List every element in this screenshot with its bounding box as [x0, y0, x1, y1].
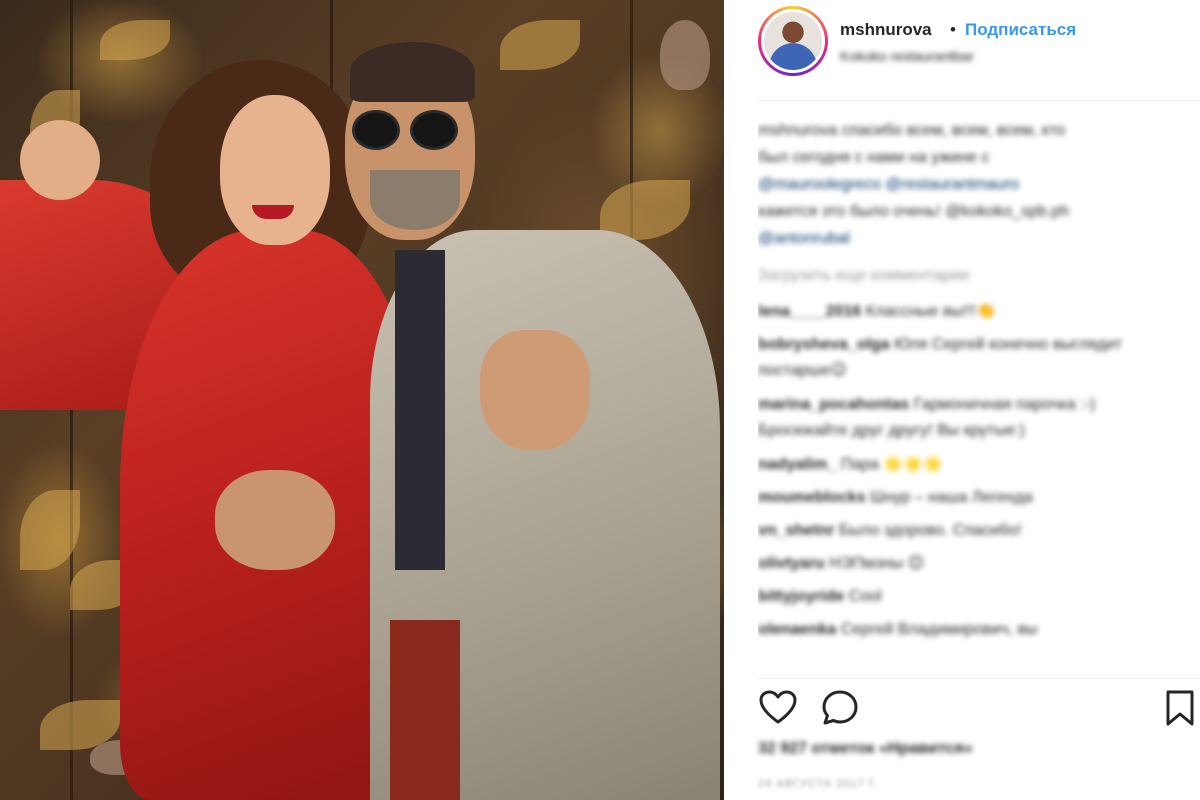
comment-text: Классные вы!!!👏 — [865, 303, 997, 320]
actions-divider — [758, 678, 1200, 679]
load-more-comments[interactable]: Загрузить еще комментарии — [758, 263, 1178, 289]
avatar[interactable] — [761, 9, 825, 73]
comment-item: marina_pocahontas Гармоничная парочка :-… — [758, 392, 1178, 452]
comment-item: vn_shetnr Было здорово. Спасибо! — [758, 518, 1178, 551]
wallpaper-leaf — [500, 20, 580, 70]
caption-line: кажется это было очень! @kokoko_spb.ph — [758, 203, 1070, 220]
comment-text: НЭПмэны 😊 — [829, 555, 925, 572]
likes-count[interactable]: 32 927 отметок «Нравится» — [758, 740, 973, 758]
post-date[interactable]: 24 АВГУСТА 2017 Г. — [758, 778, 878, 790]
comment-item: olenaenka Сергей Владимирович, вы — [758, 617, 1178, 650]
comment-text: Было здорово. Спасибо! — [838, 522, 1022, 539]
heart-icon[interactable] — [758, 688, 798, 728]
sunglasses-lens — [410, 110, 458, 150]
post-photo[interactable] — [0, 0, 724, 800]
comment-user[interactable]: bittyjoyride — [758, 588, 844, 605]
comment-user[interactable]: vn_shetnr — [758, 522, 834, 539]
post-sidebar: mshnurova • Подписаться Kokoko restauran… — [724, 0, 1200, 800]
comment-user[interactable]: marina_pocahontas — [758, 396, 909, 413]
comment-user[interactable]: moumeblocks — [758, 489, 866, 506]
comment-item: moumeblocks Шнур – наша Легенда — [758, 485, 1178, 518]
caption-mention[interactable]: @antonrubal — [758, 226, 1178, 253]
caption: mshnurova спасибо всем, всем, всем, кто … — [758, 118, 1178, 253]
caption-line: был сегодня с нами на ужине с — [758, 149, 990, 166]
comment-item: bittyjoyride Cool — [758, 584, 1178, 617]
wallpaper-bird — [660, 20, 710, 90]
comment-user[interactable]: olenaenka — [758, 621, 836, 638]
speech-bubble-icon[interactable] — [820, 688, 860, 728]
man-shirt — [395, 250, 445, 570]
man-hair — [350, 42, 475, 102]
comment-text: Сергей Владимирович, вы — [840, 621, 1038, 638]
location-link[interactable]: Kokoko restaurantbar — [840, 48, 974, 64]
comment-user[interactable]: bobrysheva_olga — [758, 336, 890, 353]
comment-item: lena____2016 Классные вы!!!👏 — [758, 299, 1178, 332]
username-link[interactable]: mshnurova — [840, 20, 932, 40]
comment-text: Шнур – наша Легенда — [870, 489, 1033, 506]
follow-button[interactable]: Подписаться — [965, 20, 1076, 40]
man-pants — [390, 620, 460, 800]
comment-item: bobrysheva_olga Юля Сергей конечно выгля… — [758, 332, 1178, 392]
comment-user[interactable]: nadyalim_ — [758, 456, 836, 473]
bookmark-icon[interactable] — [1160, 688, 1200, 728]
post-header: mshnurova • Подписаться Kokoko restauran… — [758, 0, 1200, 101]
comment-item: nadyalim_ Пара 🌟🌟🌟 — [758, 452, 1178, 485]
man-beard — [370, 170, 460, 230]
comment-user[interactable]: lena____2016 — [758, 303, 861, 320]
separator-dot: • — [950, 20, 956, 39]
man-hand-gesture — [480, 330, 590, 450]
comment-user[interactable]: olivtyaru — [758, 555, 825, 572]
comments-list[interactable]: mshnurova спасибо всем, всем, всем, кто … — [758, 118, 1178, 678]
comment-text: Пара 🌟🌟🌟 — [840, 456, 944, 473]
caption-mention[interactable]: @mauroolegreco @restaurantmauro — [758, 172, 1178, 199]
sunglasses-lens — [352, 110, 400, 150]
woman-hand — [20, 120, 100, 200]
comment-item: olivtyaru НЭПмэны 😊 — [758, 551, 1178, 584]
caption-line: mshnurova спасибо всем, всем, всем, кто — [758, 122, 1066, 139]
avatar-story-ring[interactable] — [758, 6, 828, 76]
man-hand-waist — [215, 470, 335, 570]
woman-face — [220, 95, 330, 245]
wallpaper-leaf — [100, 20, 170, 60]
comment-text: Cool — [848, 588, 882, 605]
